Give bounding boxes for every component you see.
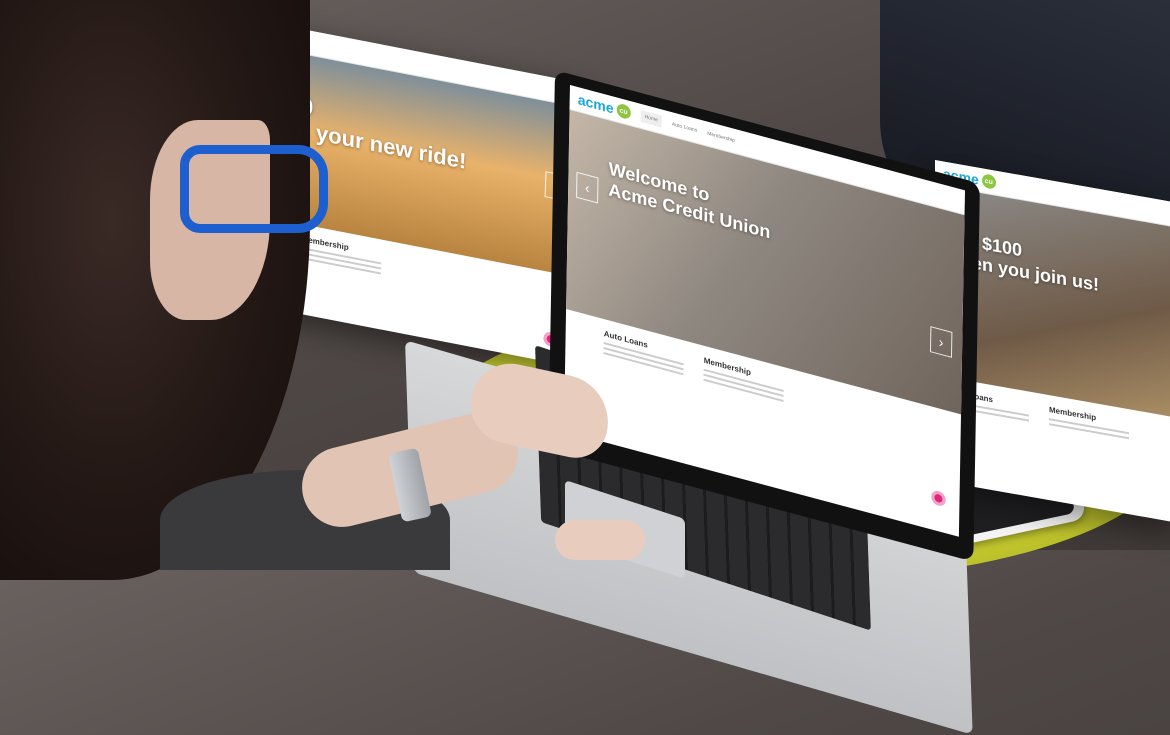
left-membership-card: Membership: [300, 234, 382, 277]
chevron-right-icon[interactable]: ›: [929, 326, 953, 358]
chevron-left-icon[interactable]: ‹: [576, 171, 599, 204]
logo-badge: cu: [616, 102, 631, 121]
center-hero-headline: Welcome to Acme Credit Union: [608, 158, 771, 243]
right-membership-card: Membership: [1049, 405, 1129, 442]
nav-auto-loans[interactable]: Auto Loans: [672, 121, 697, 134]
person-hand-lower: [555, 520, 645, 560]
nav-membership[interactable]: Membership: [707, 131, 735, 144]
chat-bubble-icon[interactable]: [931, 489, 946, 508]
nav-home[interactable]: Home: [640, 109, 663, 128]
logo-badge: cu: [981, 173, 996, 190]
blue-glasses: [180, 145, 328, 233]
